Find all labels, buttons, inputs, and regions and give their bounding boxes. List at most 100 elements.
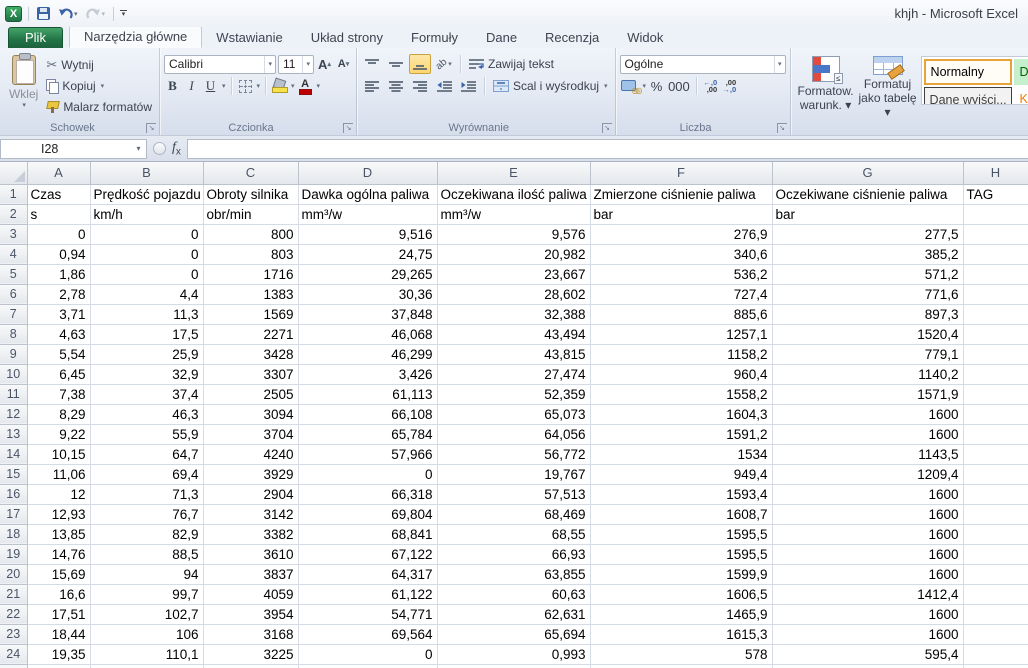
style-dane-wyjsciowe[interactable]: Dane wyjści... [924, 87, 1012, 105]
cell-E5[interactable]: 23,667 [437, 264, 590, 284]
name-box[interactable]: I28▾ [0, 139, 147, 159]
cell-D11[interactable]: 61,113 [298, 384, 437, 404]
cell-F20[interactable]: 1599,9 [590, 564, 772, 584]
cell-B13[interactable]: 55,9 [90, 424, 203, 444]
cell-A17[interactable]: 12,93 [27, 504, 90, 524]
cell-G5[interactable]: 571,2 [772, 264, 963, 284]
cell-A11[interactable]: 7,38 [27, 384, 90, 404]
cell-E23[interactable]: 65,694 [437, 624, 590, 644]
cell-D15[interactable]: 0 [298, 464, 437, 484]
cell-A13[interactable]: 9,22 [27, 424, 90, 444]
cell-G22[interactable]: 1600 [772, 604, 963, 624]
cell-H12[interactable] [963, 404, 1028, 424]
cell-C7[interactable]: 1569 [203, 304, 298, 324]
cell-F11[interactable]: 1558,2 [590, 384, 772, 404]
cell-C19[interactable]: 3610 [203, 544, 298, 564]
tab-wstawianie[interactable]: Wstawianie [202, 28, 296, 48]
tab-widok[interactable]: Widok [613, 28, 677, 48]
cell-G20[interactable]: 1600 [772, 564, 963, 584]
cell-H4[interactable] [963, 244, 1028, 264]
row-header-22[interactable]: 22 [0, 604, 27, 624]
cell-C22[interactable]: 3954 [203, 604, 298, 624]
cell-F13[interactable]: 1591,2 [590, 424, 772, 444]
excel-logo-icon[interactable]: X [5, 6, 22, 22]
cell-G19[interactable]: 1600 [772, 544, 963, 564]
row-header-25[interactable]: 25 [0, 664, 27, 668]
cell-E24[interactable]: 0,993 [437, 644, 590, 664]
column-header-C[interactable]: C [203, 162, 298, 184]
cell-F24[interactable]: 578 [590, 644, 772, 664]
font-color-button[interactable]: A [297, 77, 314, 95]
cell-F12[interactable]: 1604,3 [590, 404, 772, 424]
cell-B7[interactable]: 11,3 [90, 304, 203, 324]
cell-B14[interactable]: 64,7 [90, 444, 203, 464]
cell-B4[interactable]: 0 [90, 244, 203, 264]
cell-C9[interactable]: 3428 [203, 344, 298, 364]
copy-button[interactable]: Kopiuj▾ [43, 76, 155, 95]
row-header-5[interactable]: 5 [0, 264, 27, 284]
cell-B15[interactable]: 69,4 [90, 464, 203, 484]
cell-A2[interactable]: s [27, 204, 90, 224]
cell-D21[interactable]: 61,122 [298, 584, 437, 604]
cell-C15[interactable]: 3929 [203, 464, 298, 484]
cell-G17[interactable]: 1600 [772, 504, 963, 524]
align-left-button[interactable] [361, 76, 383, 96]
column-header-F[interactable]: F [590, 162, 772, 184]
cell-A8[interactable]: 4,63 [27, 324, 90, 344]
cell-E6[interactable]: 28,602 [437, 284, 590, 304]
cell-F10[interactable]: 960,4 [590, 364, 772, 384]
cell-B16[interactable]: 71,3 [90, 484, 203, 504]
font-dialog-launcher[interactable]: ↘ [343, 123, 353, 133]
cell-B3[interactable]: 0 [90, 224, 203, 244]
cell-E21[interactable]: 60,63 [437, 584, 590, 604]
cell-H20[interactable] [963, 564, 1028, 584]
cell-H11[interactable] [963, 384, 1028, 404]
cell-A15[interactable]: 11,06 [27, 464, 90, 484]
row-header-3[interactable]: 3 [0, 224, 27, 244]
formula-input[interactable] [187, 139, 1028, 159]
cell-E14[interactable]: 56,772 [437, 444, 590, 464]
cell-B8[interactable]: 17,5 [90, 324, 203, 344]
cell-G15[interactable]: 1209,4 [772, 464, 963, 484]
cell-E12[interactable]: 65,073 [437, 404, 590, 424]
cell-A19[interactable]: 14,76 [27, 544, 90, 564]
cell-C2[interactable]: obr/min [203, 204, 298, 224]
font-size-combo[interactable]: 11▾ [278, 55, 314, 74]
cell-A25[interactable] [27, 664, 90, 668]
cell-D10[interactable]: 3,426 [298, 364, 437, 384]
row-header-16[interactable]: 16 [0, 484, 27, 504]
cell-E9[interactable]: 43,815 [437, 344, 590, 364]
accounting-dropdown-arrow[interactable]: ▾ [643, 82, 647, 90]
cell-A9[interactable]: 5,54 [27, 344, 90, 364]
cell-H1[interactable]: TAG [963, 184, 1028, 204]
row-header-10[interactable]: 10 [0, 364, 27, 384]
cell-C1[interactable]: Obroty silnika [203, 184, 298, 204]
align-center-button[interactable] [385, 76, 407, 96]
tab-recenzja[interactable]: Recenzja [531, 28, 613, 48]
decrease-font-button[interactable]: A [335, 55, 352, 73]
decrease-indent-button[interactable] [433, 76, 455, 96]
cell-B2[interactable]: km/h [90, 204, 203, 224]
cell-A20[interactable]: 15,69 [27, 564, 90, 584]
cell-D13[interactable]: 65,784 [298, 424, 437, 444]
cell-H10[interactable] [963, 364, 1028, 384]
cell-F9[interactable]: 1158,2 [590, 344, 772, 364]
cell-F15[interactable]: 949,4 [590, 464, 772, 484]
underline-dropdown-arrow[interactable]: ▾ [222, 82, 226, 90]
cell-F14[interactable]: 1534 [590, 444, 772, 464]
redo-button[interactable]: ▾ [84, 5, 108, 23]
align-right-button[interactable] [409, 76, 431, 96]
cell-C24[interactable]: 3225 [203, 644, 298, 664]
accounting-format-button[interactable] [620, 77, 640, 95]
row-header-12[interactable]: 12 [0, 404, 27, 424]
bold-button[interactable]: B [164, 77, 181, 95]
cell-E13[interactable]: 64,056 [437, 424, 590, 444]
row-header-21[interactable]: 21 [0, 584, 27, 604]
cell-D23[interactable]: 69,564 [298, 624, 437, 644]
formula-bar-handle[interactable] [153, 142, 166, 155]
cell-G6[interactable]: 771,6 [772, 284, 963, 304]
font-name-combo[interactable]: Calibri▾ [164, 55, 276, 74]
tab-formuly[interactable]: Formuły [397, 28, 472, 48]
cell-G13[interactable]: 1600 [772, 424, 963, 444]
cell-E11[interactable]: 52,359 [437, 384, 590, 404]
